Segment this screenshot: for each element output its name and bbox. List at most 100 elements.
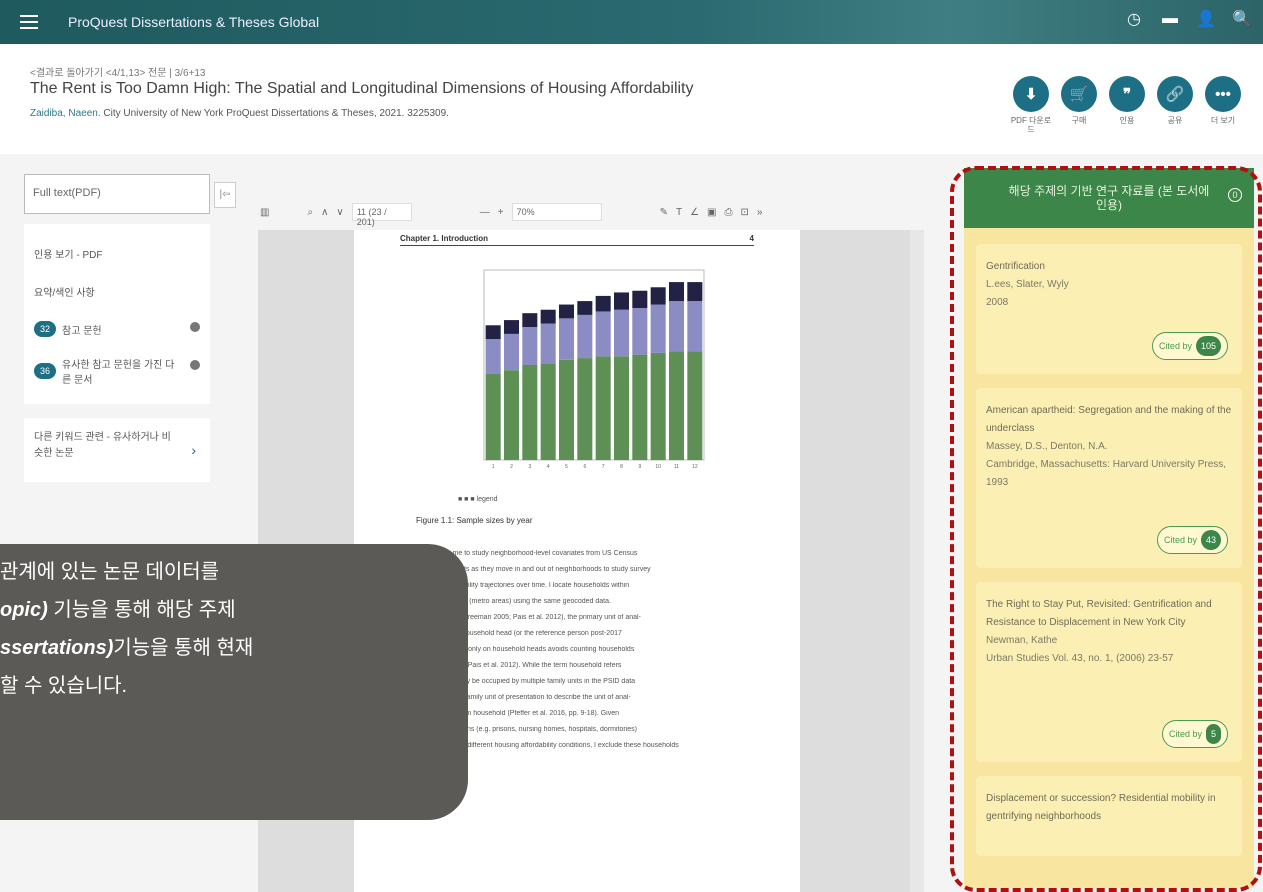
- left-nav-label: 유사한 참고 문헌을 가진 다른 문서: [62, 360, 175, 386]
- image-icon[interactable]: ▣: [707, 207, 716, 218]
- reference-title[interactable]: Gentrification: [986, 258, 1232, 276]
- document-meta: Zaidiba, Naeen. City University of New Y…: [30, 108, 449, 119]
- info-icon[interactable]: [190, 360, 200, 370]
- bar-segment: [522, 365, 538, 460]
- reference-publication: 2008: [986, 297, 1009, 308]
- print-icon[interactable]: ⎙: [724, 207, 732, 218]
- reference-title[interactable]: American apartheid: Segregation and the …: [986, 402, 1232, 438]
- cited-by-label: Cited by: [1168, 729, 1202, 739]
- more-icon: •••: [1205, 76, 1241, 112]
- bar-segment: [522, 313, 538, 327]
- reference-item[interactable]: Displacement or succession? Residential …: [976, 776, 1242, 856]
- cited-by-count: 5: [1205, 724, 1221, 744]
- chapter-page-number: 4: [749, 234, 754, 243]
- folder-icon[interactable]: ▬: [1161, 10, 1179, 28]
- app-title[interactable]: ProQuest Dissertations & Theses Global: [68, 14, 319, 30]
- action-label: PDF 다운로드: [1010, 116, 1052, 134]
- x-tick-label: 3: [528, 464, 531, 470]
- text-line: prior research (Freeman 2005; Pais et al…: [416, 614, 641, 621]
- reference-item[interactable]: Gentrification L.ees, Slater, Wyly 2008 Cit…: [976, 244, 1242, 374]
- bar-segment: [687, 301, 703, 352]
- author-link[interactable]: Zaidiba, Naeen.: [30, 108, 101, 119]
- bar-segment: [485, 339, 501, 374]
- history-icon[interactable]: ◷: [1125, 10, 1143, 28]
- tooltip-emphasis: opic): [0, 599, 48, 621]
- reference-publication: Cambridge, Massachusetts: Harvard Univer…: [986, 459, 1227, 488]
- tooltip-emphasis: ssertations): [0, 637, 114, 659]
- text-icon[interactable]: T: [676, 207, 682, 218]
- search-icon[interactable]: ⌕: [307, 207, 313, 218]
- cited-by-label: Cited by: [1163, 535, 1197, 545]
- count-badge: 32: [34, 321, 57, 337]
- bar-segment: [503, 370, 520, 460]
- x-tick-label: 2: [510, 464, 513, 470]
- search-icon[interactable]: 🔍: [1232, 10, 1252, 28]
- link-button[interactable]: 🔗 공유: [1155, 76, 1195, 134]
- cart-button[interactable]: 🛒 구매: [1059, 76, 1099, 134]
- left-nav-item[interactable]: 요약/색인 사항: [34, 272, 200, 310]
- references-count-badge[interactable]: 0: [1228, 188, 1242, 202]
- action-label: 인용: [1119, 116, 1135, 125]
- bar-segment: [522, 327, 538, 365]
- cite-button[interactable]: ❞ 인용: [1107, 76, 1147, 134]
- cited-by-label: Cited by: [1158, 341, 1192, 351]
- page-number-field[interactable]: 11 (23 / 201): [351, 203, 412, 227]
- full-text-pdf-button[interactable]: Full text(PDF): [24, 174, 210, 214]
- bar-segment: [668, 282, 685, 302]
- collapse-panel-button[interactable]: |⇦: [214, 182, 236, 208]
- download-button[interactable]: ⬇ PDF 다운로드: [1011, 76, 1051, 134]
- chevron-right-icon: ›: [191, 442, 196, 458]
- reference-title[interactable]: The Right to Stay Put, Revisited: Gentri…: [986, 596, 1232, 632]
- bar-segment: [632, 308, 648, 355]
- text-line: dwelling that may be occupied by multipl…: [416, 678, 636, 685]
- left-nav-label: 참고 문헌: [62, 325, 102, 337]
- zoom-out-icon[interactable]: —: [480, 207, 490, 218]
- text-line: living in institutions (e.g. prisons, nu…: [416, 726, 637, 733]
- bar-segment: [650, 287, 666, 305]
- next-page-icon[interactable]: ∨: [336, 207, 343, 218]
- bar-segment: [503, 333, 520, 371]
- reference-item[interactable]: American apartheid: Segregation and the …: [976, 388, 1242, 568]
- bar-segment: [540, 323, 556, 364]
- x-tick-label: 7: [602, 464, 605, 470]
- save-icon[interactable]: ⊡: [740, 207, 748, 218]
- prev-page-icon[interactable]: ∧: [321, 207, 328, 218]
- info-icon[interactable]: [190, 322, 200, 332]
- text-line: housing affordability trajectories over …: [416, 582, 630, 589]
- cited-by-count: 43: [1200, 530, 1221, 550]
- cited-by-button[interactable]: Cited by 5: [1161, 720, 1228, 748]
- menu-icon[interactable]: [20, 15, 38, 29]
- action-buttons: ⬇ PDF 다운로드 🛒 구매 ❞ 인용 🔗 공유 ••• 더 보기: [1011, 76, 1243, 134]
- bar-segment: [668, 351, 685, 460]
- reference-item[interactable]: The Right to Stay Put, Revisited: Gentri…: [976, 582, 1242, 762]
- left-nav-item[interactable]: 36 유사한 참고 문헌을 가진 다른 문서: [34, 348, 200, 394]
- sidebar-toggle-icon[interactable]: ▥: [260, 207, 269, 218]
- viewer-scrollbar[interactable]: [910, 230, 924, 892]
- bar-segment: [668, 301, 685, 352]
- related-docs-card[interactable]: 다른 키워드 관련 - 유사하거나 비슷한 논문 ›: [24, 418, 210, 482]
- breadcrumb[interactable]: <결과로 돌아가기 <4/1,13> 전문 | 3/6+13: [30, 64, 205, 79]
- x-tick-label: 8: [620, 464, 623, 470]
- left-nav-item[interactable]: 인용 보기 - PDF: [34, 234, 200, 272]
- user-icon[interactable]: 👤: [1196, 10, 1216, 28]
- text-line: 2013). Focusing only on household heads …: [416, 646, 635, 653]
- highlight-icon[interactable]: ✎: [660, 207, 668, 218]
- bar-segment: [558, 304, 575, 319]
- publication-info: City University of New York ProQuest Dis…: [103, 108, 449, 119]
- draw-icon[interactable]: ∠: [690, 207, 699, 218]
- zoom-in-icon[interactable]: +: [498, 207, 504, 218]
- bar-segment: [595, 295, 611, 312]
- zoom-select[interactable]: 70%: [511, 203, 602, 221]
- cited-by-button[interactable]: Cited by 43: [1156, 526, 1228, 554]
- chart-legend: ■ ■ ■ legend: [458, 496, 498, 503]
- more-button[interactable]: ••• 더 보기: [1203, 76, 1243, 134]
- cite-icon: ❞: [1109, 76, 1145, 112]
- more-tools-icon[interactable]: »: [757, 207, 763, 218]
- cited-by-button[interactable]: Cited by 105: [1151, 332, 1228, 360]
- left-nav-item[interactable]: 32 참고 문헌: [34, 310, 200, 348]
- download-icon: ⬇: [1013, 76, 1049, 112]
- reference-title[interactable]: Displacement or succession? Residential …: [986, 790, 1232, 826]
- stacked-bar-chart: 1 2 3 4 5 6 7 8 9 10 11 12: [483, 269, 705, 470]
- bar-segment: [485, 325, 501, 340]
- bar-segment: [540, 363, 556, 460]
